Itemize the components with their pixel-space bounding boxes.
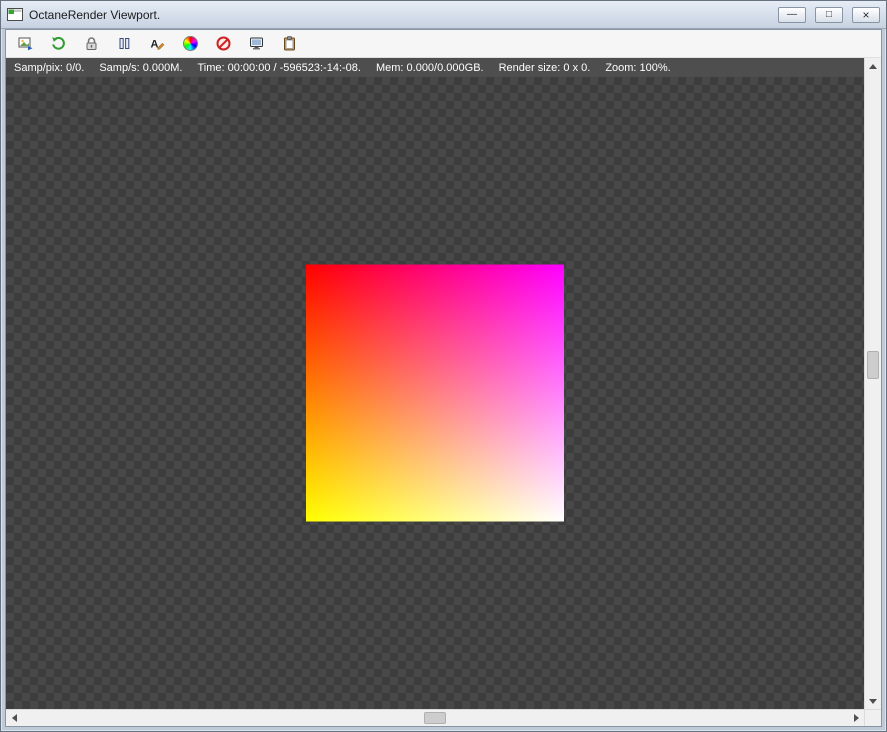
fit-to-screen-icon[interactable]	[247, 35, 265, 53]
scroll-up-button[interactable]	[865, 58, 881, 74]
render-image	[306, 264, 564, 522]
status-samples-per-pixel: Samp/pix: 0/0.	[14, 61, 85, 74]
horizontal-scrollbar-thumb[interactable]	[424, 712, 446, 724]
scroll-left-button[interactable]	[6, 710, 22, 726]
svg-text:A: A	[150, 39, 158, 51]
stop-render-icon[interactable]	[214, 35, 232, 53]
vertical-scrollbar[interactable]	[864, 58, 881, 709]
left-arrow-icon	[11, 714, 17, 722]
save-image-icon[interactable]	[16, 35, 34, 53]
color-wheel-icon[interactable]	[181, 35, 199, 53]
window-title: OctaneRender Viewport.	[29, 7, 161, 22]
restart-render-icon[interactable]	[49, 35, 67, 53]
pause-render-icon[interactable]	[115, 35, 133, 53]
octane-render-viewport-window: OctaneRender Viewport. — □ × A Samp/pix:…	[0, 0, 887, 732]
vertical-scrollbar-thumb[interactable]	[867, 350, 879, 379]
maximize-button[interactable]: □	[815, 6, 843, 23]
status-zoom-level: Zoom: 100%.	[605, 61, 671, 74]
titlebar[interactable]: OctaneRender Viewport. — □ ×	[1, 1, 886, 29]
up-arrow-icon	[869, 63, 877, 69]
lock-icon[interactable]	[82, 35, 100, 53]
close-button[interactable]: ×	[852, 6, 880, 23]
horizontal-scrollbar[interactable]	[6, 709, 864, 726]
status-render-size: Render size: 0 x 0.	[498, 61, 591, 74]
scroll-down-button[interactable]	[865, 693, 881, 709]
down-arrow-icon	[869, 698, 877, 704]
render-statusbar: Samp/pix: 0/0. Samp/s: 0.000M. Time: 00:…	[6, 58, 864, 77]
viewport-toolbar: A	[6, 30, 881, 58]
status-memory: Mem: 0.000/0.000GB.	[375, 61, 484, 74]
status-samples-per-second: Samp/s: 0.000M.	[99, 61, 183, 74]
window-content: A Samp/pix: 0/0. Samp/s: 0.000M. Time: 0…	[5, 29, 882, 727]
right-arrow-icon	[853, 714, 859, 722]
annotate-text-icon[interactable]: A	[148, 35, 166, 53]
minimize-button[interactable]: —	[778, 6, 806, 23]
app-icon	[7, 8, 23, 21]
scrollbar-corner	[864, 709, 881, 726]
status-render-time: Time: 00:00:00 / -596523:-14:-08.	[197, 61, 361, 74]
render-viewport[interactable]	[6, 77, 864, 709]
copy-to-clipboard-icon[interactable]	[280, 35, 298, 53]
scroll-right-button[interactable]	[848, 710, 864, 726]
viewport-main: Samp/pix: 0/0. Samp/s: 0.000M. Time: 00:…	[6, 58, 881, 726]
